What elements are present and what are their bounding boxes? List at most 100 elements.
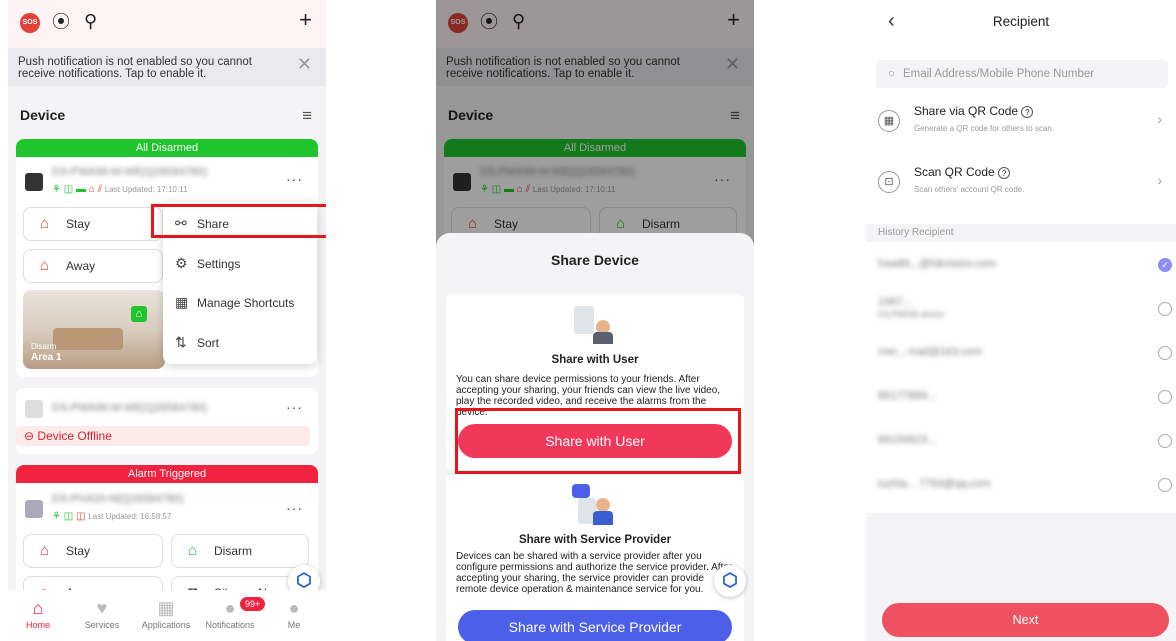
share-user-illustration-icon [574,306,614,344]
status-banner: Alarm Triggered [16,465,318,483]
offline-label: Device Offline [37,429,112,443]
menu-item-sort[interactable]: ⇅ Sort [175,334,219,351]
notification-badge: 99+ [240,597,266,611]
push-notice-text: Push notification is not enabled so you … [18,56,252,80]
tab-notifications-label: Notifications [205,620,255,630]
chevron-right-icon: › [1157,111,1162,127]
recipient-blurred: 1967... [878,296,912,308]
device-thumbnail [25,500,43,518]
recipient-blurred: 86159823... [878,434,937,446]
offline-badge: ⊖ Device Offline [16,426,310,446]
next-button[interactable]: Next [882,603,1169,637]
search-icon: ○ [888,68,895,80]
scan-qr-title-text: Scan QR Code [914,165,995,179]
away-button[interactable]: ⌂ Away [23,249,163,283]
highlight-box-share-user [455,408,741,474]
menu-item-settings[interactable]: ⚙ Settings [175,255,240,272]
home-shield-icon: ⌂ [131,306,147,322]
history-recipient-item[interactable]: hsw86...@hikvision.com ✓ [866,244,1176,286]
sos-icon[interactable]: SOS [20,13,40,33]
area-tile[interactable]: ⌂ Disarm Area 1 [23,290,165,369]
add-icon[interactable]: + [299,9,312,31]
radio-icon[interactable] [1158,302,1172,316]
radio-icon[interactable] [1158,478,1172,492]
scan-icon: ⊡ [878,171,900,193]
stay-button[interactable]: ⌂ Stay [23,534,163,568]
history-recipient-item[interactable]: 1967... DS-PWA96 device [866,288,1176,330]
history-recipient-item[interactable]: mer... mail@163.com [866,332,1176,374]
history-section-label: History Recipient [866,224,1176,242]
share-provider-illustration-icon [572,484,616,528]
heart-icon: ♥ [96,598,108,618]
home-icon: ⌂ [32,598,44,618]
share-with-provider-button[interactable]: Share with Service Provider [458,610,732,641]
radio-icon[interactable] [1158,434,1172,448]
gear-icon: ⚙ [175,255,188,271]
recipient-screen: ‹ Recipient ○ Email Address/Mobile Phone … [866,0,1176,641]
recipient-blurred: hsw86...@hikvision.com [878,258,997,270]
scan-qr-title: Scan QR Code ? [914,165,1011,179]
device-title: Device [20,107,66,123]
scan-qr-sub: Scan others' account QR code. [914,185,1025,194]
radio-icon[interactable] [1158,390,1172,404]
recipient-search-input[interactable]: ○ Email Address/Mobile Phone Number [876,60,1168,88]
menu-item-shortcuts[interactable]: ▦ Manage Shortcuts [175,294,294,311]
share-device-sheet: Share Device Share with User You can sha… [436,233,754,641]
settings-label: Settings [197,257,241,271]
search-placeholder: Email Address/Mobile Phone Number [902,68,1095,80]
recipient-blurred: mer... mail@163.com [878,346,983,358]
tab-me[interactable]: ● Me [264,598,324,630]
more-icon[interactable]: ··· [286,500,303,516]
share-qr-row[interactable]: ▦ Share via QR Code ? Generate a QR code… [866,93,1176,151]
shortcuts-label: Manage Shortcuts [197,296,295,310]
away-label: Away [66,259,96,273]
tab-home[interactable]: ⌂ Home [8,598,68,630]
tab-services[interactable]: ♥ Services [72,598,132,630]
push-notification-banner[interactable]: Push notification is not enabled so you … [8,48,326,86]
playback-icon[interactable]: ⦿ [52,12,70,32]
tab-bar: ⌂ Home ♥ Services ▦ Applications ● Notificat… [8,590,326,641]
area-name: Area 1 [31,352,62,363]
stay-button[interactable]: ⌂ Stay [23,207,163,241]
sofa-shape [53,328,123,350]
disarm-button[interactable]: ⌂ Disarm [171,534,309,568]
home-screen: SOS ⦿ ⚲ + Push notification is not enabl… [8,0,326,641]
top-bar: SOS ⦿ ⚲ + [8,0,326,48]
user-icon: ● [288,598,300,618]
recipient-blurred: iuzhia... 7783@qq.com [878,478,991,490]
last-updated: Last Updated: 16:58:57 [88,512,172,521]
more-icon[interactable]: ··· [286,171,303,187]
share-provider-card: Share with Service Provider Devices can … [446,474,744,641]
share-provider-title: Share with Service Provider [518,534,672,546]
away-house-icon: ⌂ [40,257,50,274]
assistant-float-icon[interactable]: ⬡ [714,565,746,597]
help-icon[interactable]: ? [1021,106,1034,118]
selected-check-icon[interactable]: ✓ [1158,258,1172,272]
tab-services-label: Services [84,620,120,630]
device-thumbnail [25,173,43,191]
stay-label: Stay [66,217,91,231]
menu-icon[interactable]: ≡ [302,106,312,126]
recipient-blurred: DS-PWA96 device [878,310,944,319]
sort-label: Sort [197,336,220,350]
close-icon[interactable]: ✕ [297,55,312,73]
share-qr-sub: Generate a QR code for others to scan. [914,124,1055,133]
history-recipient-item[interactable]: 86159823... [866,420,1176,462]
offline-icon: ⊖ [24,429,35,443]
share-provider-desc: Devices can be shared with a service pro… [456,551,733,595]
tab-applications[interactable]: ▦ Applications [136,598,196,630]
help-icon[interactable]: ? [998,167,1011,179]
history-recipient-item[interactable]: 86177889... [866,376,1176,418]
more-icon[interactable]: ··· [286,399,303,415]
history-recipient-item[interactable]: iuzhia... 7783@qq.com [866,464,1176,506]
chevron-right-icon: › [1157,172,1162,188]
radio-icon[interactable] [1158,346,1172,360]
share-user-title: Share with User [551,354,639,366]
stay-house-icon: ⌂ [40,542,50,559]
device-status-icons: ⚘ ◫ ▬ ⌂ ⫽ Last Updated: 17:10:11 [52,184,188,195]
tab-me-label: Me [287,620,301,630]
search-icon[interactable]: ⚲ [84,11,97,31]
disarm-label: Disarm [214,544,252,558]
scan-qr-row[interactable]: ⊡ Scan QR Code ? Scan others' account QR… [866,154,1176,212]
device-thumbnail-offline [25,400,43,418]
